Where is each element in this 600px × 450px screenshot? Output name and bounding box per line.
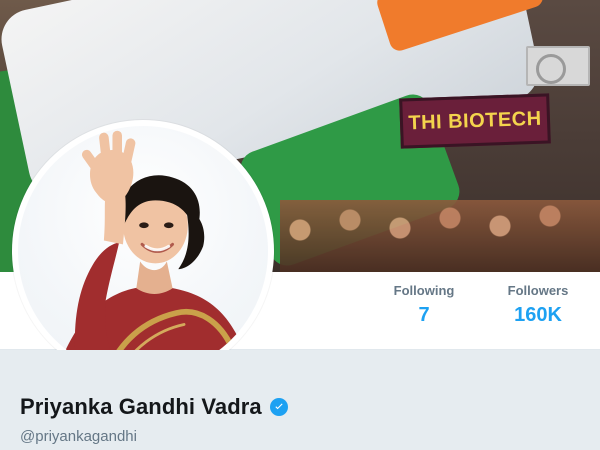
profile-name-row: Priyanka Gandhi Vadra xyxy=(20,394,288,420)
stat-followers-value: 160K xyxy=(514,304,562,326)
banner-crowd xyxy=(280,200,600,272)
profile-stats: Following 7 Followers 160K xyxy=(384,282,578,328)
verified-badge-icon xyxy=(269,398,288,416)
stat-followers[interactable]: Followers 160K xyxy=(498,282,578,328)
profile-handle[interactable]: @priyankagandhi xyxy=(20,428,137,445)
profile-name-area: Priyanka Gandhi Vadra @priyankagandhi xyxy=(0,350,600,450)
stat-following-label: Following xyxy=(393,283,455,298)
stat-following[interactable]: Following 7 xyxy=(384,282,464,328)
profile-avatar[interactable] xyxy=(12,120,274,382)
stat-following-value: 7 xyxy=(418,304,430,326)
banner-shop-sign: THI BIOTECH xyxy=(399,93,551,149)
stat-followers-label: Followers xyxy=(507,283,569,298)
avatar-portrait xyxy=(56,130,253,376)
banner-ac-unit xyxy=(526,46,590,86)
profile-display-name[interactable]: Priyanka Gandhi Vadra xyxy=(20,394,262,420)
